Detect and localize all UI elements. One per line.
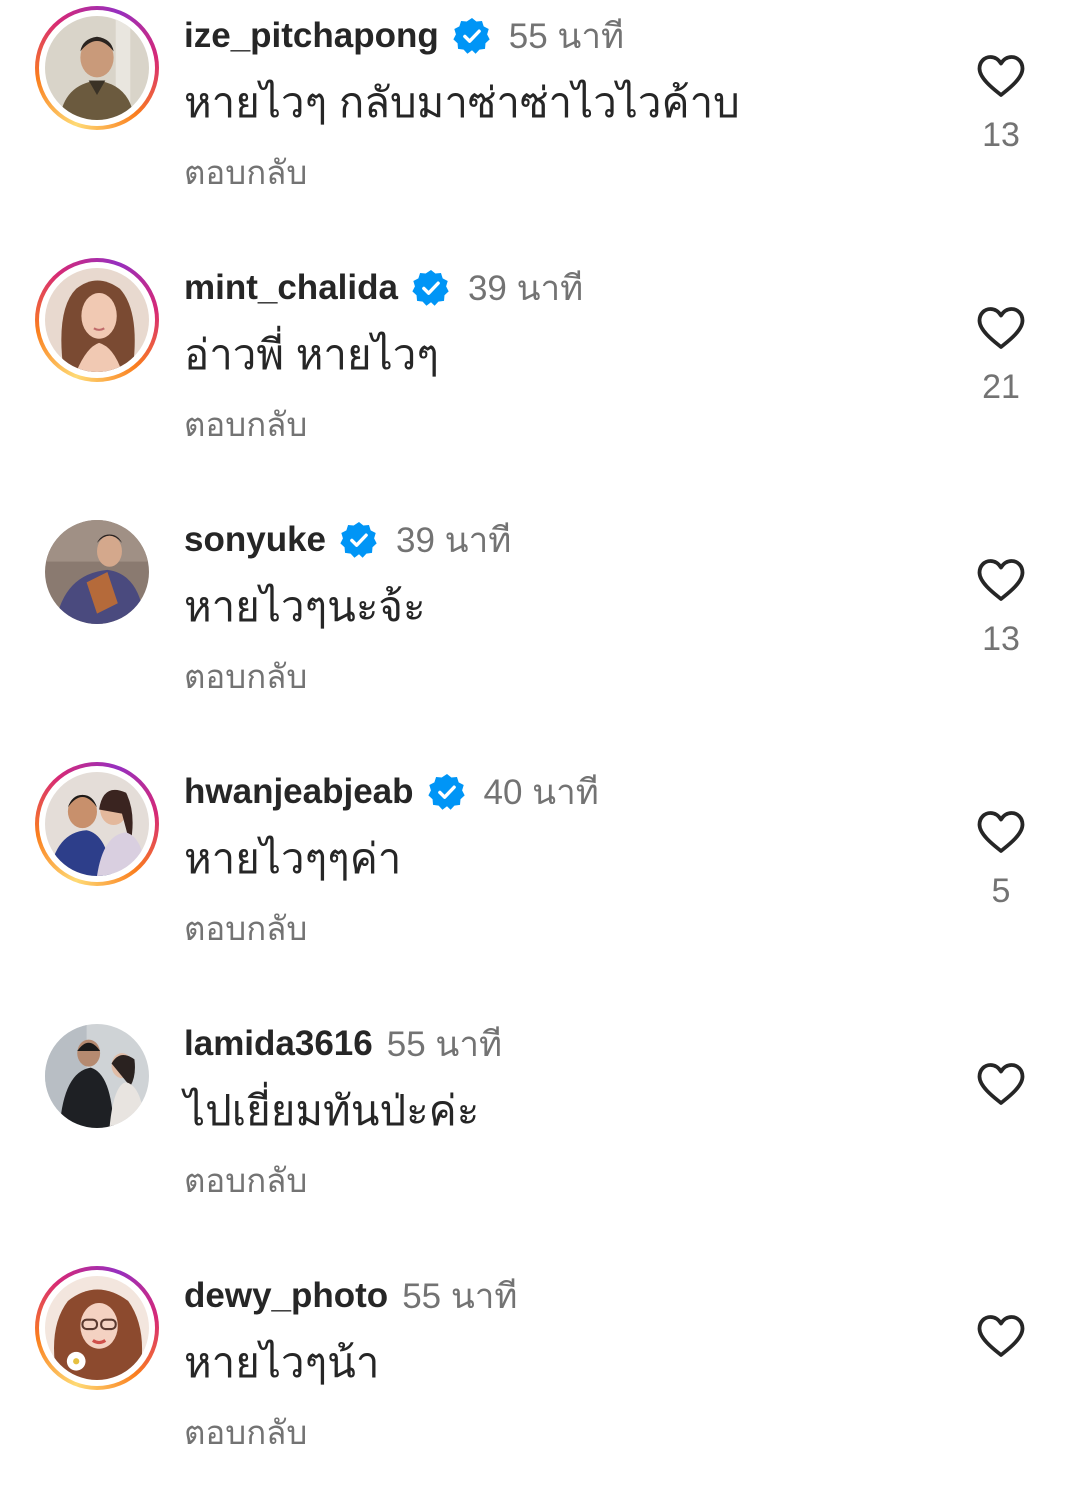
avatar-story-ring[interactable] (35, 762, 159, 886)
reply-button[interactable]: ตอบกลับ (184, 1154, 307, 1207)
reply-button[interactable]: ตอบกลับ (184, 146, 307, 199)
username[interactable]: sonyuke (184, 520, 326, 560)
reply-button[interactable]: ตอบกลับ (184, 902, 307, 955)
verified-badge-icon (412, 269, 450, 307)
comment-item: lamida3616 55 นาที ไปเยี่ยมทันป่ะค่ะ ตอบ… (0, 1008, 1080, 1260)
comment-item: hwanjeabjeab 40 นาที หายไวๆๆค่า ตอบกลับ … (0, 756, 1080, 1008)
like-button[interactable] (976, 810, 1026, 854)
avatar-container[interactable] (35, 510, 159, 634)
username[interactable]: ize_pitchapong (184, 16, 439, 56)
avatar (45, 520, 149, 624)
like-button[interactable] (976, 1314, 1026, 1358)
avatar-container[interactable] (35, 1014, 159, 1138)
heart-outline-icon (977, 811, 1025, 853)
like-count: 13 (982, 620, 1020, 658)
heart-outline-icon (977, 559, 1025, 601)
like-button[interactable] (976, 54, 1026, 98)
heart-outline-icon (977, 307, 1025, 349)
avatar-story-ring[interactable] (35, 258, 159, 382)
verified-badge-icon (427, 773, 466, 811)
heart-outline-icon (977, 1315, 1025, 1357)
avatar (45, 1276, 149, 1380)
username[interactable]: dewy_photo (184, 1276, 388, 1316)
comment-timestamp: 55 นาที (386, 1024, 503, 1064)
comment-text: หายไวๆๆค่า (184, 835, 402, 882)
reply-button[interactable]: ตอบกลับ (184, 650, 307, 703)
avatar (45, 772, 149, 876)
comment-timestamp: 39 นาที (467, 268, 584, 308)
comment-item: dewy_photo 55 นาที หายไวๆน้า ตอบกลับ (0, 1260, 1080, 1512)
comment-timestamp: 55 นาที (508, 16, 625, 56)
comment-timestamp: 40 นาที (483, 772, 599, 812)
like-count: 13 (982, 116, 1020, 154)
username[interactable]: lamida3616 (184, 1024, 373, 1064)
comment-item: mint_chalida 39 นาที อ่าวพี่ หายไวๆ ตอบก… (0, 252, 1080, 504)
comment-text: หายไวๆน้า (184, 1339, 380, 1386)
avatar (45, 268, 149, 372)
avatar-story-ring[interactable] (35, 6, 159, 130)
like-button[interactable] (976, 1062, 1026, 1106)
avatar (45, 1024, 149, 1128)
reply-button[interactable]: ตอบกลับ (184, 1406, 307, 1459)
comment-text: หายไวๆนะจ้ะ (184, 583, 426, 630)
comment-text: หายไวๆ กลับมาซ่าซ่าไวไวค้าบ (184, 79, 740, 126)
comment-text: อ่าวพี่ หายไวๆ (184, 331, 439, 378)
like-count: 5 (991, 872, 1011, 910)
heart-outline-icon (977, 55, 1025, 97)
comment-timestamp: 39 นาที (396, 520, 512, 560)
comment-item: sonyuke 39 นาที หายไวๆนะจ้ะ ตอบกลับ 13 (0, 504, 1080, 756)
reply-button[interactable]: ตอบกลับ (184, 398, 307, 451)
like-button[interactable] (976, 558, 1026, 602)
heart-outline-icon (977, 1063, 1025, 1105)
comment-timestamp: 55 นาที (402, 1276, 518, 1316)
like-count: 21 (982, 368, 1020, 406)
verified-badge-icon (453, 17, 491, 55)
like-button[interactable] (976, 306, 1026, 350)
avatar-story-ring[interactable] (35, 1266, 159, 1390)
username[interactable]: mint_chalida (184, 268, 398, 308)
username[interactable]: hwanjeabjeab (184, 772, 414, 812)
comment-text: ไปเยี่ยมทันป่ะค่ะ (184, 1087, 480, 1134)
comment-item: ize_pitchapong 55 นาที หายไวๆ กลับมาซ่าซ… (0, 0, 1080, 252)
verified-badge-icon (340, 521, 378, 559)
avatar (45, 16, 149, 120)
